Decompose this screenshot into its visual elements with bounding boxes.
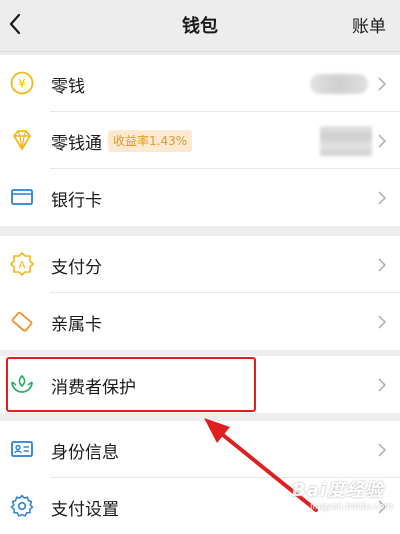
diamond-icon (13, 130, 31, 150)
watermark-logo: Bai度经验 (292, 480, 385, 501)
list-item-label: 银行卡 (51, 191, 102, 211)
watermark-url: jingyan.baidu.com (310, 502, 394, 512)
bill-button[interactable]: 账单 (352, 12, 386, 37)
settings-gear-icon (10, 494, 34, 517)
chevron-right-icon (378, 77, 387, 91)
chevron-right-icon (378, 378, 387, 392)
list-item-label: 零钱通 (51, 134, 102, 154)
wallet-group-credit: A 支付分 亲属卡 (0, 236, 400, 350)
bank-card-icon (11, 189, 33, 205)
page-title: 钱包 (182, 16, 218, 37)
chevron-right-icon (378, 258, 387, 272)
blurred-amount (320, 126, 372, 156)
yen-coin-icon: ¥ (10, 71, 34, 95)
list-item-payment-score[interactable]: A 支付分 (0, 236, 400, 293)
navigation-bar: 钱包 账单 (0, 0, 400, 52)
highlight-box (6, 357, 256, 412)
family-card-icon (11, 311, 33, 332)
svg-text:¥: ¥ (18, 77, 26, 91)
blurred-balance (310, 74, 368, 94)
chevron-right-icon (378, 443, 387, 457)
chevron-right-icon (378, 191, 387, 205)
list-item-label: 支付设置 (51, 500, 119, 520)
chevron-right-icon (378, 315, 387, 329)
chevron-right-icon (378, 134, 387, 148)
list-item-label: 支付分 (51, 258, 102, 278)
list-item-change[interactable]: ¥ 零钱 (0, 55, 400, 112)
list-item-label: 零钱 (51, 77, 85, 97)
list-item-identity-info[interactable]: 身份信息 (0, 421, 400, 478)
list-item-family-card[interactable]: 亲属卡 (0, 293, 400, 350)
list-item-change-pass[interactable]: 零钱通 收益率1.43% (0, 112, 400, 169)
wallet-page: 钱包 账单 ¥ 零钱 零钱通 收益率1.43% 银行卡 A 支付分 亲属卡 消费… (0, 0, 400, 534)
watermark: Bai度经验 jingyan.baidu.com (292, 476, 393, 512)
svg-text:A: A (19, 260, 26, 271)
list-item-label: 身份信息 (51, 443, 119, 463)
id-card-icon (11, 441, 33, 457)
wallet-group-balance: ¥ 零钱 零钱通 收益率1.43% 银行卡 (0, 55, 400, 226)
yield-rate-badge: 收益率1.43% (108, 130, 193, 152)
payment-score-icon: A (10, 252, 34, 276)
list-item-bank-card[interactable]: 银行卡 (0, 169, 400, 226)
list-item-label: 亲属卡 (51, 315, 102, 335)
